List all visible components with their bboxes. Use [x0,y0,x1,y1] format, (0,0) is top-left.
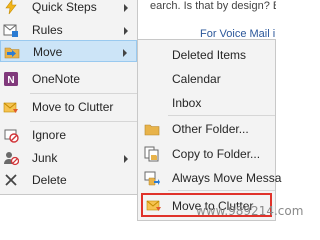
menu-item-label: Rules [32,23,63,37]
watermark: www.989214.com [196,204,304,218]
menu-item-move-to-clutter[interactable]: Move to Clutter [0,96,137,118]
menu-item-ignore[interactable]: Ignore [0,124,137,146]
quick-steps-icon [3,0,19,15]
menu-separator [30,93,137,94]
submenu-item-calendar[interactable]: Calendar [138,68,275,90]
submenu-item-deleted-items[interactable]: Deleted Items [138,44,275,66]
menu-item-quick-steps[interactable]: Quick Steps [0,0,137,18]
delete-icon [3,172,19,188]
menu-item-junk[interactable]: Junk [0,147,137,169]
submenu-arrow-icon [124,27,128,35]
submenu-arrow-icon [123,49,127,57]
clutter-icon [3,99,19,115]
submenu-separator [168,115,275,116]
submenu-item-other-folder[interactable]: Other Folder... [138,118,275,140]
folder-icon [144,121,160,137]
menu-item-rules[interactable]: Rules [0,19,137,41]
onenote-icon: N [3,71,19,87]
submenu-arrow-icon [124,155,128,163]
menu-item-delete[interactable]: Delete [0,169,137,191]
submenu-item-label: Copy to Folder... [172,147,261,161]
menu-item-label: Quick Steps [32,0,97,14]
context-menu: Quick Steps Rules Move N OneNote Move to… [0,0,138,195]
submenu-item-label: Always Move Messa [172,171,282,185]
menu-item-label: Delete [32,173,67,187]
always-move-icon [144,170,160,186]
clutter-icon [146,197,162,213]
menu-item-label: OneNote [32,72,81,86]
menu-item-label: Move to Clutter [32,100,114,114]
menu-item-label: Ignore [32,128,67,142]
copy-folder-icon [144,146,160,162]
submenu-item-label: Other Folder... [172,122,249,136]
svg-text:N: N [7,75,14,86]
move-folder-icon [4,44,20,60]
move-submenu: Deleted Items Calendar Inbox Other Folde… [137,39,281,221]
submenu-item-always-move[interactable]: Always Move Messa [138,167,281,189]
submenu-item-label: Inbox [172,96,202,110]
background-email-text: earch. Is that by design? Be [150,0,276,12]
menu-item-move[interactable]: Move [0,40,137,62]
submenu-item-inbox[interactable]: Inbox [138,92,275,114]
submenu-arrow-icon [124,4,128,12]
menu-separator [30,121,137,122]
menu-item-label: Move [33,45,63,59]
submenu-separator [168,190,275,191]
menu-item-onenote[interactable]: N OneNote [0,68,137,90]
submenu-item-label: Deleted Items [172,48,247,62]
junk-icon [3,150,20,166]
rules-icon [3,22,19,38]
ignore-icon [3,127,19,143]
submenu-item-copy-to-folder[interactable]: Copy to Folder... [138,143,275,165]
submenu-item-label: Calendar [172,72,221,86]
menu-item-label: Junk [32,151,58,165]
